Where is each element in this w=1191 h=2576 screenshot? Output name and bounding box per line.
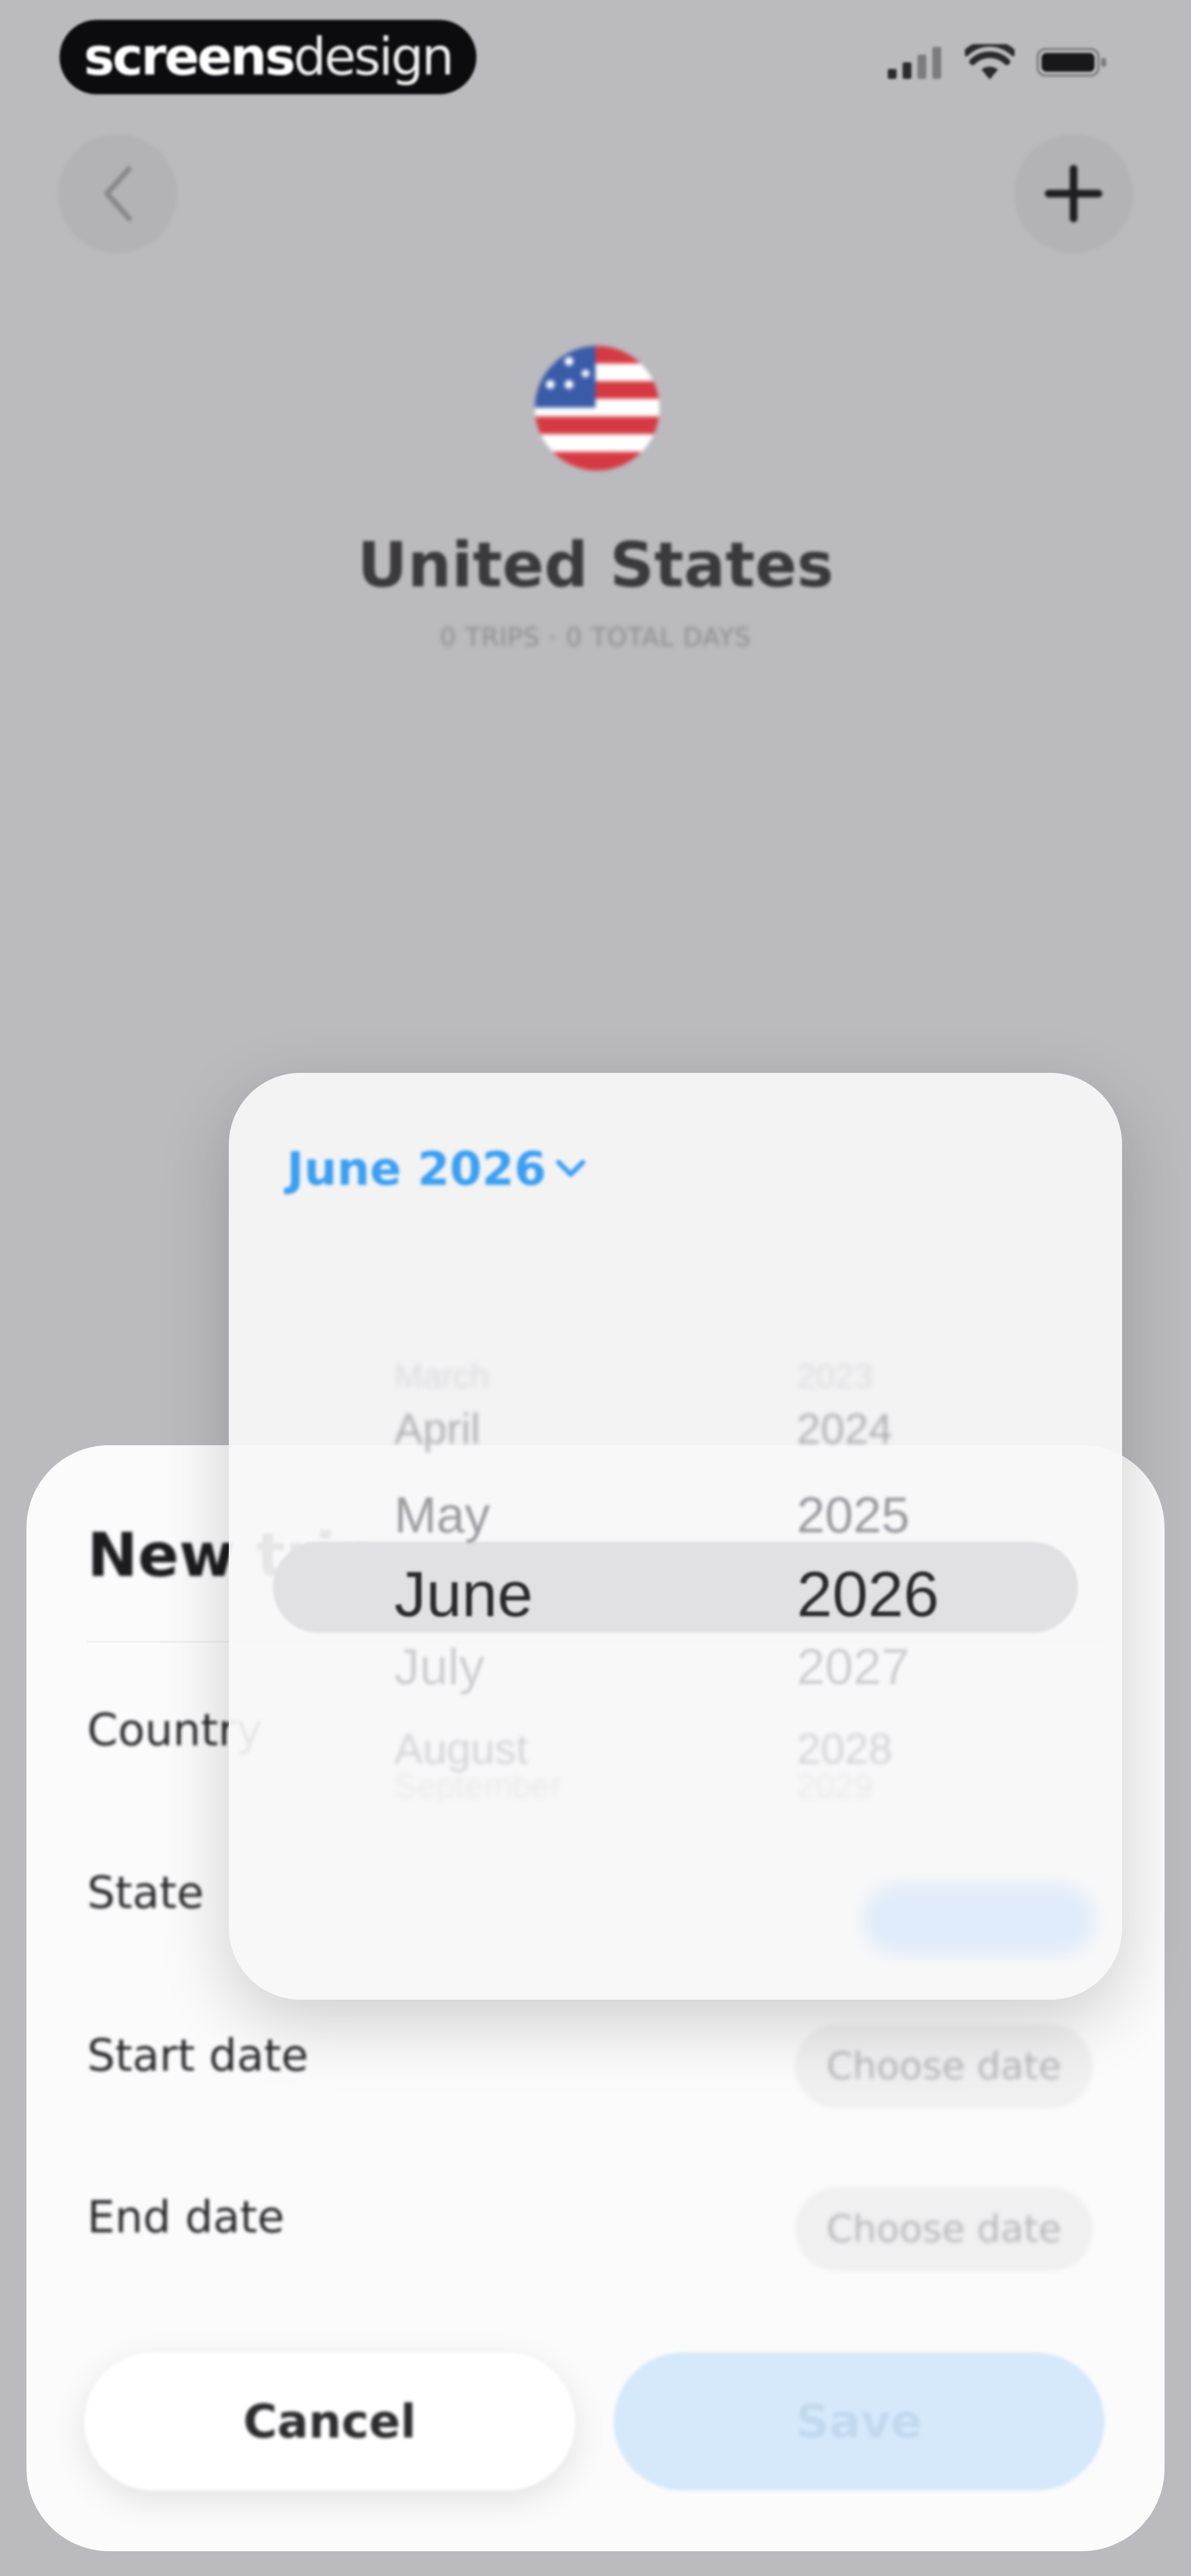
battery-icon (1037, 48, 1106, 77)
year-wheel-item[interactable]: 2025 (797, 1487, 910, 1544)
cellular-signal-icon (888, 47, 941, 79)
screen: screens design United States 0 TRIPS · 0… (0, 0, 1191, 2576)
month-wheel-item[interactable]: September (394, 1767, 561, 1806)
save-button[interactable]: Save (614, 2353, 1104, 2491)
month-wheel-item[interactable]: June (394, 1557, 533, 1631)
month-wheel-item[interactable]: May (394, 1487, 490, 1544)
state-label: State (87, 1867, 204, 1918)
cancel-button[interactable]: Cancel (84, 2353, 575, 2491)
year-wheel-item[interactable]: 2026 (797, 1557, 939, 1631)
wheel-selection-highlight (273, 1542, 1078, 1633)
chevron-left-icon (104, 166, 132, 221)
start-date-label: Start date (87, 2030, 309, 2081)
add-button[interactable] (1014, 134, 1133, 253)
plus-icon (1045, 165, 1102, 222)
end-date-label: End date (87, 2192, 285, 2243)
back-button[interactable] (58, 134, 177, 253)
us-flag-icon (535, 346, 659, 471)
month-wheel-item[interactable]: July (394, 1638, 485, 1696)
month-wheel-item[interactable]: April (394, 1404, 480, 1454)
picker-glow (863, 1884, 1095, 1955)
trip-stats: 0 TRIPS · 0 TOTAL DAYS (439, 622, 752, 652)
page-title: United States (357, 530, 834, 601)
year-wheel-item[interactable]: 2023 (797, 1357, 873, 1396)
year-wheel-item[interactable]: 2029 (797, 1767, 873, 1806)
brand-badge: screens design (60, 20, 476, 94)
month-year-picker: June 2026 March April May June July August Sep… (229, 1073, 1122, 2000)
brand-bold-text: screens (83, 27, 296, 87)
year-wheel-item[interactable]: 2024 (797, 1404, 893, 1454)
picker-selected-label: June 2026 (287, 1142, 546, 1196)
picker-toggle[interactable]: June 2026 (287, 1142, 587, 1196)
status-icons (888, 44, 1108, 81)
brand-light-text: design (293, 27, 454, 87)
start-date-picker[interactable]: Choose date (795, 2024, 1093, 2108)
chevron-down-icon (556, 1159, 586, 1177)
year-wheel-item[interactable]: 2027 (797, 1638, 910, 1696)
end-date-picker[interactable]: Choose date (795, 2187, 1093, 2271)
wifi-icon (965, 44, 1015, 79)
month-wheel-item[interactable]: March (394, 1357, 489, 1396)
